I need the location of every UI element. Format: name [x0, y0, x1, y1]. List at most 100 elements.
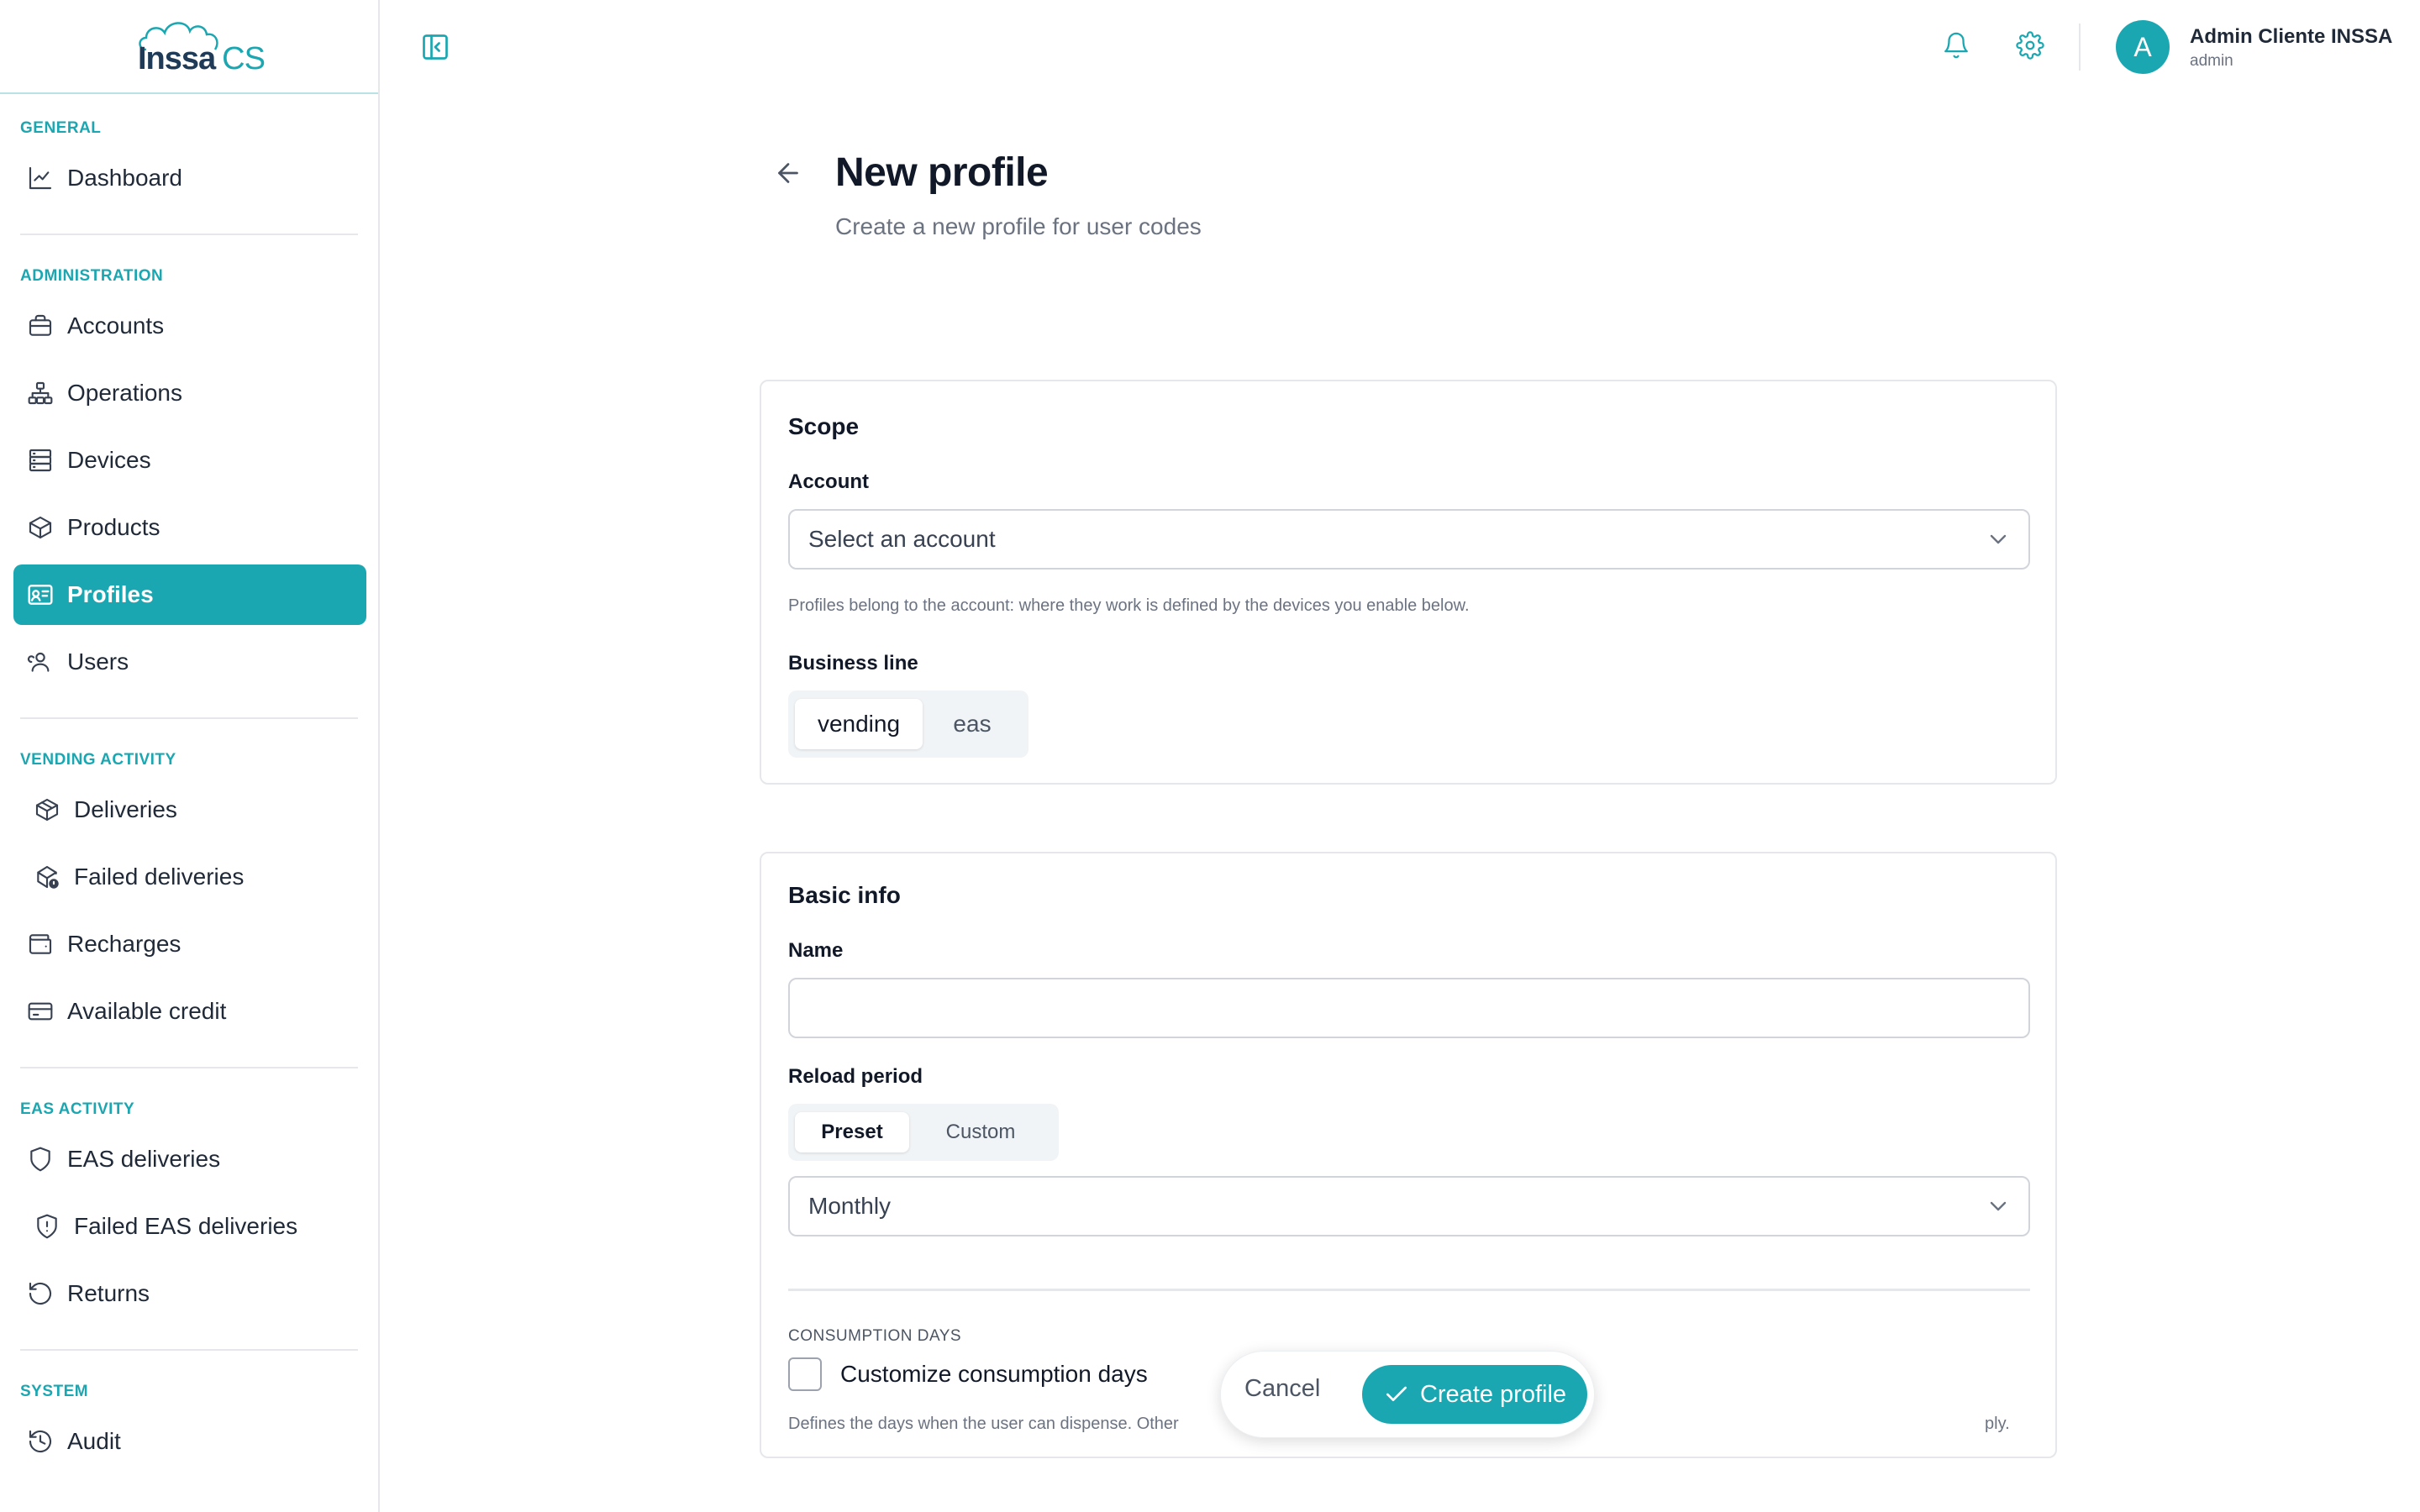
logo-wordmark: Inssa CS [138, 41, 266, 76]
business-line-vending[interactable]: vending [795, 699, 923, 749]
section-general: GENERAL [20, 119, 102, 137]
panel-left-icon [420, 32, 450, 66]
business-line-label: Business line [788, 652, 918, 675]
consumption-days-help-end: ply. [1985, 1415, 2010, 1433]
user-role: admin [2190, 52, 2233, 70]
reload-period-value: Monthly [808, 1193, 892, 1219]
floating-action-bar: Cancel Create profile [1220, 1351, 1595, 1438]
sidebar-item-failed-eas-deliveries[interactable]: Failed EAS deliveries [13, 1196, 366, 1257]
sidebar-item-label: Available credit [67, 998, 227, 1024]
section-administration: ADMINISTRATION [20, 267, 164, 285]
bell-icon [1942, 31, 1970, 64]
reload-mode-toggle: Preset Custom [788, 1104, 1059, 1161]
shield-icon [25, 1144, 55, 1174]
page-title: New profile [835, 150, 1049, 195]
account-label: Account [788, 470, 869, 493]
briefcase-icon [25, 311, 55, 341]
package-icon [32, 795, 62, 825]
header-separator [2079, 24, 2081, 71]
section-system: SYSTEM [20, 1383, 89, 1400]
sidebar-divider [20, 1349, 358, 1351]
sidebar-item-label: Users [67, 648, 129, 675]
sidebar-item-label: Accounts [67, 312, 165, 339]
chevron-down-icon [1985, 526, 2012, 553]
avatar[interactable]: A [2116, 20, 2170, 74]
sidebar-toggle-button[interactable] [418, 32, 452, 66]
consumption-days-overline: CONSUMPTION DAYS [788, 1327, 962, 1345]
business-line-eas[interactable]: eas [923, 699, 1022, 749]
sidebar-item-profiles[interactable]: Profiles [13, 564, 366, 625]
reload-period-select[interactable]: Monthly [788, 1176, 2030, 1236]
sidebar-item-label: Devices [67, 447, 151, 473]
settings-button[interactable] [2013, 30, 2047, 64]
sidebar-item-label: Operations [67, 380, 182, 406]
sidebar-item-label: Products [67, 514, 160, 540]
cancel-button[interactable]: Cancel [1244, 1375, 1320, 1403]
sidebar-item-operations[interactable]: Operations [13, 363, 366, 423]
sidebar-item-products[interactable]: Products [13, 497, 366, 558]
sidebar-item-available-credit[interactable]: Available credit [13, 981, 366, 1042]
sidebar-divider [20, 717, 358, 719]
sidebar-divider [20, 234, 358, 235]
sidebar-item-deliveries[interactable]: Deliveries [13, 780, 366, 840]
create-profile-button[interactable]: Create profile [1362, 1365, 1587, 1424]
wallet-icon [25, 929, 55, 959]
sidebar-item-recharges[interactable]: Recharges [13, 914, 366, 974]
reload-mode-preset[interactable]: Preset [795, 1112, 909, 1152]
sidebar-divider [20, 1067, 358, 1068]
chart-line-icon [25, 163, 55, 193]
sidebar-item-label: Profiles [67, 581, 154, 607]
server-icon [25, 445, 55, 475]
basic-info-title: Basic info [788, 882, 901, 908]
name-label: Name [788, 939, 844, 962]
logo-area: Inssa CS [0, 0, 378, 94]
sidebar: Inssa CS GENERAL Dashboard ADMINISTRATION… [0, 0, 380, 1512]
sidebar-item-accounts[interactable]: Accounts [13, 296, 366, 356]
section-divider [788, 1289, 2030, 1291]
sidebar-item-devices[interactable]: Devices [13, 430, 366, 491]
sidebar-item-label: Returns [67, 1280, 150, 1306]
account-select-value: Select an account [808, 526, 996, 552]
business-line-toggle: vending eas [788, 690, 1028, 758]
notifications-button[interactable] [1939, 30, 1973, 64]
gear-icon [2016, 30, 2044, 64]
chevron-down-icon [1985, 1193, 2012, 1220]
check-icon [1383, 1381, 1410, 1408]
credit-card-icon [25, 996, 55, 1026]
box-icon [25, 512, 55, 543]
consumption-days-help-start: Defines the days when the user can dispe… [788, 1415, 1179, 1433]
sidebar-item-label: Recharges [67, 931, 182, 957]
customize-consumption-days-checkbox[interactable] [788, 1357, 822, 1391]
brand-logo[interactable]: Inssa CS [134, 16, 266, 76]
sidebar-item-failed-deliveries[interactable]: Failed deliveries [13, 847, 366, 907]
section-eas-activity: EAS ACTIVITY [20, 1100, 135, 1118]
reload-period-label: Reload period [788, 1065, 923, 1088]
section-vending-activity: VENDING ACTIVITY [20, 751, 176, 769]
account-help-text: Profiles belong to the account: where th… [788, 596, 1470, 615]
sidebar-item-dashboard[interactable]: Dashboard [13, 148, 366, 208]
id-card-icon [25, 580, 55, 610]
scope-card: Scope Account Select an account Profiles… [760, 380, 2057, 785]
sidebar-item-users[interactable]: Users [13, 632, 366, 692]
sidebar-item-label: Failed deliveries [74, 864, 245, 890]
back-button[interactable] [770, 156, 807, 193]
sidebar-item-label: Audit [67, 1428, 121, 1454]
customize-consumption-days-label[interactable]: Customize consumption days [840, 1361, 1148, 1388]
create-profile-label: Create profile [1419, 1380, 1567, 1408]
sidebar-item-returns[interactable]: Returns [13, 1263, 366, 1324]
package-alert-icon [32, 862, 62, 892]
account-select[interactable]: Select an account [788, 509, 2030, 570]
sidebar-item-label: EAS deliveries [67, 1146, 221, 1172]
sidebar-item-label: Failed EAS deliveries [74, 1213, 298, 1239]
reload-mode-custom[interactable]: Custom [909, 1112, 1052, 1152]
history-icon [25, 1426, 55, 1457]
scope-title: Scope [788, 413, 860, 439]
page-subtitle: Create a new profile for user codes [835, 213, 1202, 239]
sidebar-item-eas-deliveries[interactable]: EAS deliveries [13, 1129, 366, 1189]
sidebar-item-label: Dashboard [67, 165, 182, 191]
hierarchy-icon [25, 378, 55, 408]
shield-alert-icon [32, 1211, 62, 1242]
name-input[interactable] [788, 978, 2030, 1038]
user-name[interactable]: Admin Cliente INSSA [2190, 25, 2392, 49]
sidebar-item-audit[interactable]: Audit [13, 1411, 366, 1472]
